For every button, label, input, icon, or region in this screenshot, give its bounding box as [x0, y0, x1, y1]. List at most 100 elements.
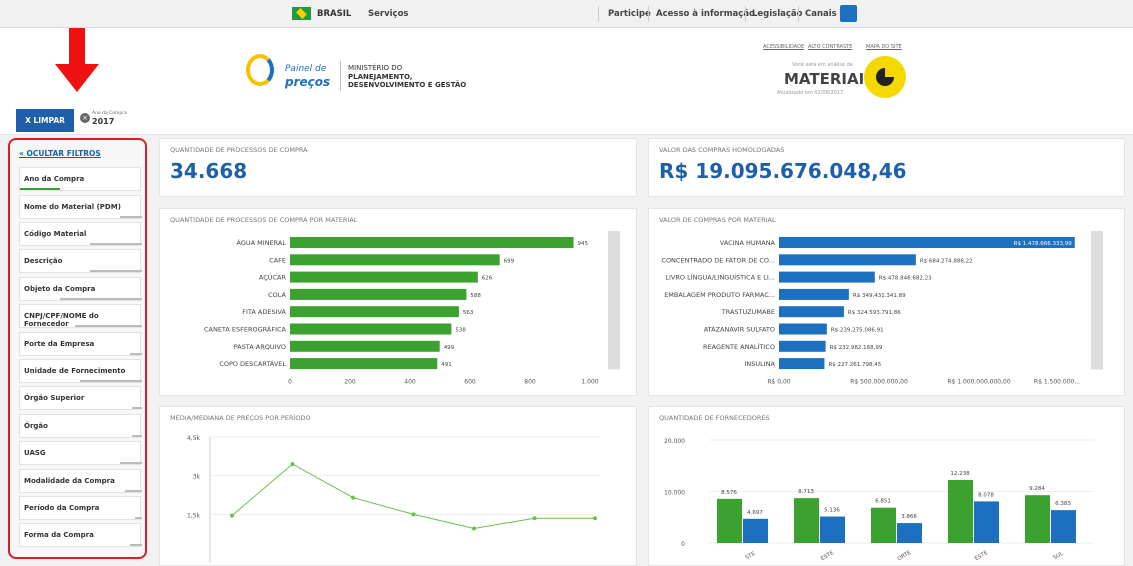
filter-modalidade[interactable]: Modalidade da Compra	[19, 469, 142, 493]
bar	[290, 271, 478, 283]
chart-fornecedores-card[interactable]: QUANTIDADE DE FORNECEDORES 20.000 10.000 0…	[648, 406, 1125, 566]
bar	[1051, 510, 1076, 543]
selection-bar	[0, 108, 1133, 135]
x-tick-label: R$ 0,00	[767, 378, 790, 385]
bar-value-label: R$ 478.846.682,23	[879, 276, 932, 282]
brasil-link[interactable]: BRASIL	[317, 9, 351, 19]
x-tick-label: 600	[464, 378, 476, 385]
category-label: PASTA ARQUIVO	[234, 343, 286, 351]
filter-porte-empresa[interactable]: Porte da Empresa	[19, 332, 142, 356]
chart-valor-material: VACINA HUMANA R$ 1.478.666.333,99 CONCENTR…	[661, 231, 1103, 385]
mapa-do-site-link[interactable]: MAPA DO SITE	[866, 44, 902, 50]
bar	[974, 501, 999, 543]
category-label: CONCENTRADO DE FATOR DE CO...	[661, 256, 775, 264]
x-tick-label: ESTE	[820, 550, 835, 562]
chart-valor-material-card[interactable]: VALOR DE COMPRAS POR MATERIAL VACINA HUM…	[648, 208, 1125, 396]
kpi-qtd-card[interactable]: QUANTIDADE DE PROCESSOS DE COMPRA 34.668	[159, 138, 637, 197]
category-label: COPO DESCARTÁVEL	[219, 359, 286, 368]
selection-key: Ano da Compra	[92, 111, 127, 116]
bar-value-label: 945	[578, 241, 589, 247]
filter-ano-compra[interactable]: Ano da Compra	[19, 167, 141, 191]
bar-value-label: 8.713	[798, 489, 814, 495]
filter-orgao[interactable]: Órgão	[19, 414, 142, 438]
bar-value-label: R$ 227.261.798,45	[828, 362, 881, 368]
x-tick-label: ESTE	[974, 550, 989, 562]
bar-value-label: 4.697	[747, 510, 763, 516]
chart-fornecedores: 20.000 10.000 0 8.576 4.697 STE 8.713 5.136 ESTE…	[664, 438, 1094, 562]
bar	[717, 498, 742, 543]
bar-value-label: 8.078	[978, 492, 994, 498]
bar-value-label: 491	[441, 362, 452, 368]
x-tick-label: R$ 500.000.000,00	[850, 378, 908, 385]
ministry-line2: PLANEJAMENTO,	[348, 73, 413, 81]
bar	[1025, 495, 1050, 543]
kpi-qtd-value: 34.668	[170, 159, 248, 183]
filter-periodo[interactable]: Período da Compra	[19, 496, 142, 520]
data-point	[532, 516, 537, 521]
bar-value-label: R$ 324.593.791,86	[848, 310, 901, 316]
scrollbar-track	[1091, 231, 1103, 370]
kpi-valor-card[interactable]: VALOR DAS COMPRAS HOMOLOGADAS R$ 19.095.…	[648, 138, 1125, 197]
filter-orgao-superior[interactable]: Órgão Superior	[19, 386, 142, 410]
bar	[743, 518, 768, 543]
filter-fornecedor[interactable]: CNPJ/CPF/NOME do Fornecedor	[19, 304, 142, 328]
bar	[290, 358, 438, 370]
category-label: INSULINA	[744, 360, 775, 368]
area-title: MATERIAIS	[784, 70, 875, 88]
filter-unidade-fornecimento[interactable]: Unidade de Fornecimento	[19, 359, 142, 383]
category-label: EMBALAGEM PRODUTO FARMAC...	[664, 291, 775, 299]
data-point	[472, 526, 476, 531]
legislacao-link[interactable]: Legislação	[752, 9, 803, 19]
chart-qtd-material: ÁGUA MINERAL 945 CAFÉ 699 AÇÚCAR 626 COLA 588 FI…	[204, 231, 620, 385]
acessibilidade-link[interactable]: ACESSIBILIDADE	[763, 44, 804, 50]
bar-value-label: 538	[455, 328, 466, 334]
filter-nome-material[interactable]: Nome do Material (PDM)	[19, 195, 142, 219]
alto-contraste-link[interactable]: ALTO CONTRASTE	[808, 44, 852, 50]
chart-precos-card[interactable]: MÉDIA/MEDIANA DE PREÇOS POR PERÍODO 4,5k…	[159, 406, 637, 566]
area-pie-icon[interactable]	[864, 56, 906, 98]
acesso-informacao-link[interactable]: Acesso à informação	[656, 9, 755, 19]
clear-button[interactable]: X LIMPAR	[16, 109, 74, 132]
bar-value-label: 6.383	[1055, 501, 1071, 507]
canais-link[interactable]: Canais	[805, 9, 837, 19]
ministry-line3: DESENVOLVIMENTO E GESTÃO	[348, 81, 467, 89]
bar	[779, 271, 875, 283]
filter-sidebar: « OCULTAR FILTROS Ano da Compra Nome do …	[8, 138, 147, 559]
filter-forma-compra[interactable]: Forma da Compra	[19, 523, 142, 547]
bar-value-label: R$ 239.275.086,91	[831, 328, 884, 334]
logo-line1: Painel de	[285, 64, 327, 74]
red-arrow-icon	[55, 64, 99, 92]
bar	[290, 254, 500, 266]
ministry-line1: MINISTÉRIO DO	[348, 64, 403, 72]
bar	[290, 306, 459, 318]
category-label: AÇÚCAR	[259, 273, 287, 282]
category-label: TRASTUZUMABE	[721, 308, 775, 316]
x-tick-label: R$ 1.500.000...	[1034, 378, 1080, 385]
data-point	[230, 513, 234, 518]
x-tick-label: R$ 1.000.000.000,00	[947, 378, 1011, 385]
site-header: ACESSIBILIDADE ALTO CONTRASTE MAPA DO SI…	[0, 28, 1133, 108]
filter-codigo-material[interactable]: Código Material	[19, 222, 142, 246]
bar	[290, 323, 452, 335]
bar	[779, 340, 826, 352]
bar-value-label: 588	[470, 293, 481, 299]
bar	[794, 498, 819, 543]
remove-selection-icon[interactable]: ×	[80, 113, 90, 123]
accessibility-icon[interactable]	[840, 5, 857, 22]
filter-uasg[interactable]: UASG	[19, 441, 142, 465]
hide-filters-link[interactable]: « OCULTAR FILTROS	[19, 149, 101, 158]
bar-value-label: R$ 1.478.666.333,99	[1014, 241, 1073, 247]
bar	[820, 516, 845, 543]
filter-objeto-compra[interactable]: Objeto da Compra	[19, 277, 142, 301]
filter-descricao[interactable]: Descrição	[19, 249, 142, 273]
chart-qtd-material-card[interactable]: QUANTIDADE DE PROCESSOS DE COMPRA POR MA…	[159, 208, 637, 396]
participe-link[interactable]: Participe	[608, 9, 651, 19]
x-tick-label: SUL	[1052, 550, 1065, 561]
servicos-link[interactable]: Serviços	[368, 9, 408, 19]
bar	[290, 340, 440, 352]
bar-value-label: 5.136	[824, 508, 840, 514]
bar-value-label: 9.284	[1029, 486, 1045, 492]
category-label: CANETA ESFEROGRÁFICA	[204, 325, 287, 334]
series-line	[231, 463, 595, 530]
data-point	[351, 495, 355, 500]
